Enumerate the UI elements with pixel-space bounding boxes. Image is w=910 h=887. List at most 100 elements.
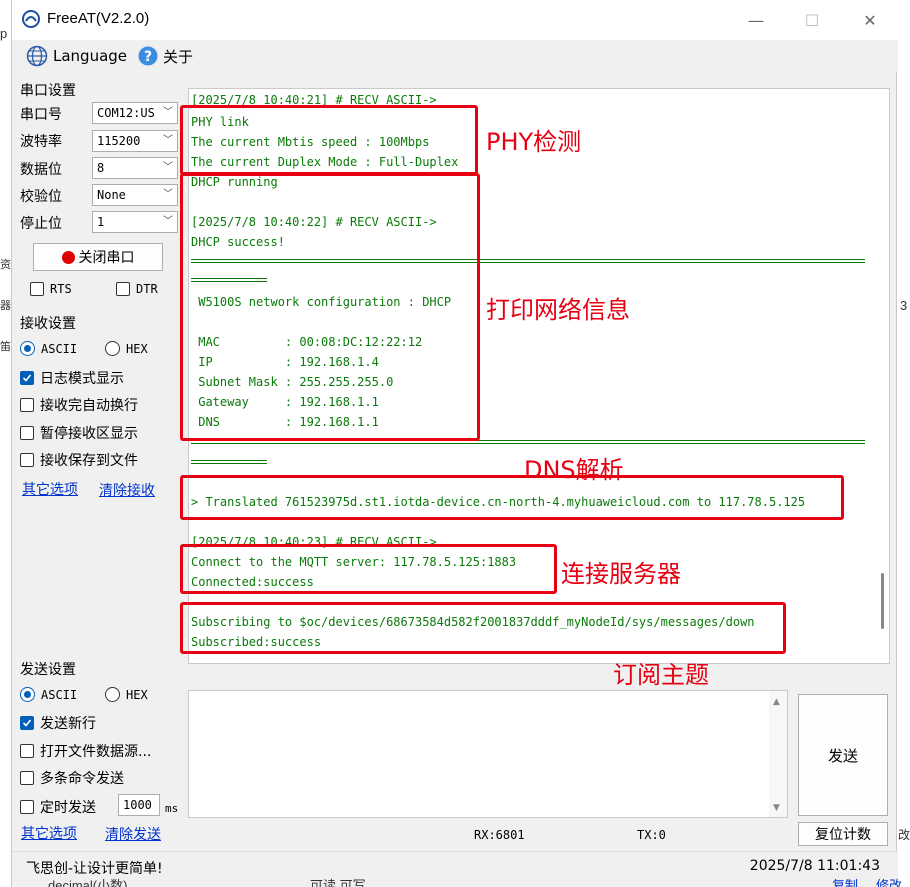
baud-value: 115200 xyxy=(97,134,141,148)
log-mode-label: 日志模式显示 xyxy=(40,371,124,387)
auto-newline-label: 接收完自动换行 xyxy=(40,398,138,414)
recv-other-options-link[interactable]: 其它选项 xyxy=(22,479,78,499)
background-fragment: 3 xyxy=(900,298,908,313)
send-settings-title: 发送设置 xyxy=(20,662,76,678)
clear-send-link[interactable]: 清除发送 xyxy=(105,824,161,844)
send-ascii-radio[interactable]: ASCII xyxy=(20,687,77,702)
open-file-source-checkbox[interactable]: 打开文件数据源... xyxy=(20,741,151,761)
svg-text:?: ? xyxy=(144,49,152,65)
send-scrollbar[interactable]: ▲ ▼ xyxy=(769,691,787,817)
checkbox-checked-icon xyxy=(20,716,34,730)
stopbits-select[interactable]: 1 ﹀ xyxy=(92,211,178,233)
timed-send-checkbox[interactable]: 定时发送 xyxy=(20,797,96,817)
checkbox-icon xyxy=(20,426,34,440)
databits-value: 8 xyxy=(97,161,105,175)
send-newline-label: 发送新行 xyxy=(40,716,96,732)
scrollbar-thumb[interactable] xyxy=(881,573,884,629)
send-newline-checkbox[interactable]: 发送新行 xyxy=(20,713,96,733)
annotation-label-network: 打印网络信息 xyxy=(486,296,630,324)
dtr-checkbox[interactable]: DTR xyxy=(116,282,158,296)
dtr-label: DTR xyxy=(136,282,158,296)
multi-command-checkbox[interactable]: 多条命令发送 xyxy=(20,768,124,788)
minimize-button[interactable]: — xyxy=(744,8,768,32)
recv-ascii-label: ASCII xyxy=(41,341,78,356)
tx-counter: TX:0 xyxy=(637,828,666,842)
datetime-text: 2025/7/8 11:01:43 xyxy=(749,858,880,874)
log-mode-checkbox[interactable]: 日志模式显示 xyxy=(20,368,124,388)
maximize-button[interactable]: ☐ xyxy=(800,8,824,32)
send-other-options-link[interactable]: 其它选项 xyxy=(21,823,77,843)
checkbox-icon xyxy=(20,398,34,412)
serial-settings-title: 串口设置 xyxy=(20,83,76,99)
clear-receive-link[interactable]: 清除接收 xyxy=(99,480,155,500)
recv-hex-label: HEX xyxy=(126,341,148,356)
databits-select[interactable]: 8 ﹀ xyxy=(92,157,178,179)
scroll-down-icon[interactable]: ▼ xyxy=(773,803,780,813)
background-fragment: decimal(小数) xyxy=(48,878,128,887)
scroll-up-icon[interactable]: ▲ xyxy=(773,697,780,707)
annotation-box-dns xyxy=(180,475,844,520)
help-icon: ? xyxy=(138,46,158,66)
pause-display-checkbox[interactable]: 暂停接收区显示 xyxy=(20,423,138,443)
close-button[interactable]: ✕ xyxy=(858,8,882,32)
background-fragment: 笛 xyxy=(0,341,11,353)
port-select[interactable]: COM12:US ﹀ xyxy=(92,102,178,124)
separator-line xyxy=(191,460,267,464)
close-port-label: 关闭串口 xyxy=(78,250,135,266)
menu-about-label: 关于 xyxy=(163,47,194,66)
close-port-button[interactable]: 关闭串口 xyxy=(33,243,163,271)
chevron-down-icon: ﹀ xyxy=(163,216,173,227)
window-title: FreeAT(V2.2.0) xyxy=(47,10,150,27)
port-value: COM12:US xyxy=(97,106,155,120)
rts-checkbox[interactable]: RTS xyxy=(30,282,72,296)
annotation-box-subscribe xyxy=(180,602,786,654)
status-bar: 飞思创-让设计更简单! 2025/7/8 11:01:43 xyxy=(12,851,898,887)
background-fragment: 可读,可写 xyxy=(310,878,366,887)
recv-ascii-radio[interactable]: ASCII xyxy=(20,341,77,356)
send-input[interactable]: ▲ ▼ xyxy=(188,690,788,818)
app-window: FreeAT(V2.2.0) — ☐ ✕ Language ? 关于 串口设置 … xyxy=(11,0,898,887)
baud-select[interactable]: 115200 ﹀ xyxy=(92,130,178,152)
chevron-down-icon: ﹀ xyxy=(163,162,173,173)
checkbox-icon xyxy=(20,744,34,758)
radio-selected-icon xyxy=(20,687,35,702)
receive-settings-title: 接收设置 xyxy=(20,316,76,332)
auto-newline-checkbox[interactable]: 接收完自动换行 xyxy=(20,395,138,415)
rts-label: RTS xyxy=(50,282,72,296)
menu-language-label: Language xyxy=(53,47,128,65)
menu-about[interactable]: ? 关于 xyxy=(138,44,193,68)
checkbox-icon xyxy=(20,800,34,814)
receive-scrollbar[interactable] xyxy=(875,89,889,663)
save-to-file-label: 接收保存到文件 xyxy=(40,453,138,469)
checkbox-icon xyxy=(20,771,34,785)
send-button[interactable]: 发送 xyxy=(798,694,888,816)
multi-command-label: 多条命令发送 xyxy=(40,771,124,787)
background-fragment: 复制 xyxy=(832,878,859,887)
status-dot-icon xyxy=(61,250,75,264)
annotation-label-phy: PHY检测 xyxy=(486,128,582,156)
menu-language[interactable]: Language xyxy=(26,44,127,68)
radio-icon xyxy=(105,687,120,702)
save-to-file-checkbox[interactable]: 接收保存到文件 xyxy=(20,450,138,470)
chevron-down-icon: ﹀ xyxy=(163,135,173,146)
annotation-label-subscribe: 订阅主题 xyxy=(613,661,709,689)
reset-counter-button[interactable]: 复位计数 xyxy=(798,822,888,846)
annotation-box-mqtt xyxy=(180,544,557,594)
background-fragment: 改 xyxy=(898,828,910,842)
timed-send-label: 定时发送 xyxy=(40,800,96,816)
menu-bar: Language ? 关于 xyxy=(12,40,898,72)
parity-select[interactable]: None ﹀ xyxy=(92,184,178,206)
checkbox-icon xyxy=(116,282,130,296)
background-fragment: 器 xyxy=(0,300,11,312)
open-file-source-label: 打开文件数据源... xyxy=(40,744,152,760)
annotation-box-network xyxy=(180,173,480,441)
send-hex-radio[interactable]: HEX xyxy=(105,687,148,702)
background-fragment: 资 xyxy=(0,259,11,271)
parity-value: None xyxy=(97,188,126,202)
recv-hex-radio[interactable]: HEX xyxy=(105,341,148,356)
globe-icon xyxy=(26,45,48,67)
interval-input[interactable]: 1000 xyxy=(118,794,160,816)
stopbits-label: 停止位 xyxy=(20,216,62,232)
annotation-box-phy xyxy=(180,105,478,175)
stopbits-value: 1 xyxy=(97,215,105,229)
